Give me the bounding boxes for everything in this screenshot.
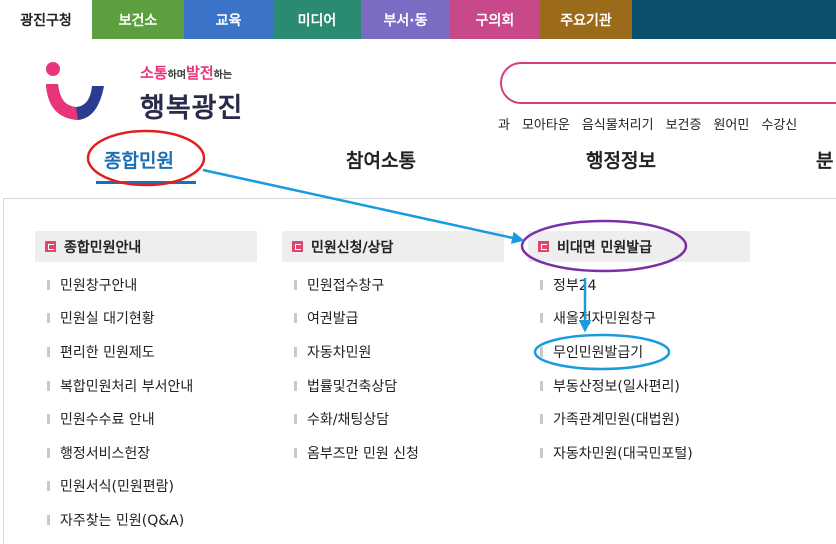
logo-title: 행복광진 bbox=[140, 93, 244, 124]
menu-item[interactable]: 새올전자민원창구 bbox=[528, 302, 750, 336]
menu-item[interactable]: 가족관계민원(대법원) bbox=[528, 402, 750, 436]
menu-item[interactable]: 정부24 bbox=[528, 268, 750, 302]
quick-link[interactable]: 원어민 bbox=[713, 114, 749, 133]
list-bullet-icon bbox=[47, 279, 50, 290]
top-tab-media[interactable]: 미디어 bbox=[273, 0, 361, 39]
menu-item[interactable]: 민원창구안내 bbox=[35, 268, 257, 302]
top-tab-education[interactable]: 교육 bbox=[184, 0, 273, 39]
menu-item[interactable]: 부동산정보(일사편리) bbox=[528, 369, 750, 403]
menu-item[interactable]: 자동차민원 bbox=[282, 335, 504, 369]
menu-item[interactable]: 민원수수료 안내 bbox=[35, 402, 257, 436]
search-input[interactable] bbox=[500, 62, 836, 104]
logo-slogan-part: 소통 bbox=[140, 64, 168, 82]
quick-links: 과 모아타운 음식물처리기 보건증 원어민 수강신 bbox=[498, 114, 797, 133]
list-bullet-icon bbox=[47, 414, 50, 425]
menu-column-guide: 종합민원안내 민원창구안내 민원실 대기현황 편리한 민원제도 복합민원처리 부… bbox=[35, 231, 257, 537]
list-bullet-icon bbox=[294, 380, 297, 391]
menu-item[interactable]: 자동차민원(대국민포털) bbox=[528, 436, 750, 470]
menu-column-title[interactable]: 종합민원안내 bbox=[35, 231, 257, 262]
list-bullet-icon bbox=[540, 447, 543, 458]
menu-column-contactless: 비대면 민원발급 정부24 새올전자민원창구 무인민원발급기 부동산정보(일사편… bbox=[528, 231, 750, 470]
top-tab-institutions[interactable]: 주요기관 bbox=[540, 0, 632, 39]
menu-column-title[interactable]: 민원신청/상담 bbox=[282, 231, 504, 262]
menu-bullet-icon bbox=[538, 241, 549, 252]
list-bullet-icon bbox=[47, 481, 50, 492]
menu-column-title[interactable]: 비대면 민원발급 bbox=[528, 231, 750, 262]
logo-slogan-part: 하며 bbox=[167, 70, 187, 81]
menu-item[interactable]: 민원접수창구 bbox=[282, 268, 504, 302]
logo-slogan-part: 하는 bbox=[213, 70, 233, 81]
list-bullet-icon bbox=[540, 313, 543, 324]
quick-link[interactable]: 음식물처리기 bbox=[582, 114, 654, 133]
list-bullet-icon bbox=[47, 447, 50, 458]
menu-bullet-icon bbox=[45, 241, 56, 252]
list-bullet-icon bbox=[47, 380, 50, 391]
menu-item[interactable]: 민원실 대기현황 bbox=[35, 302, 257, 336]
gnb-administration[interactable]: 행정정보 bbox=[586, 146, 656, 173]
menu-item[interactable]: 무인민원발급기 bbox=[528, 335, 750, 369]
menu-item[interactable]: 편리한 민원제도 bbox=[35, 335, 257, 369]
quick-link[interactable]: 수강신 bbox=[761, 114, 797, 133]
list-bullet-icon bbox=[47, 313, 50, 324]
menu-item[interactable]: 법률및건축상담 bbox=[282, 369, 504, 403]
menu-item[interactable]: 자주찾는 민원(Q&A) bbox=[35, 503, 257, 537]
menu-item[interactable]: 여권발급 bbox=[282, 302, 504, 336]
top-tab-gwangjin[interactable]: 광진구청 bbox=[0, 0, 92, 39]
site-logo[interactable]: 소통하며발전하는 행복광진 bbox=[40, 60, 270, 130]
top-tab-departments[interactable]: 부서·동 bbox=[361, 0, 450, 39]
list-bullet-icon bbox=[540, 279, 543, 290]
quick-link[interactable]: 모아타운 bbox=[522, 114, 570, 133]
quick-link[interactable]: 보건증 bbox=[666, 114, 702, 133]
list-bullet-icon bbox=[540, 346, 543, 357]
list-bullet-icon bbox=[540, 414, 543, 425]
top-tab-council[interactable]: 구의회 bbox=[450, 0, 540, 39]
menu-item[interactable]: 복합민원처리 부서안내 bbox=[35, 369, 257, 403]
menu-item[interactable]: 행정서비스헌장 bbox=[35, 436, 257, 470]
top-tab-bar: 광진구청 보건소 교육 미디어 부서·동 구의회 주요기관 bbox=[0, 0, 836, 39]
gnb-participation[interactable]: 참여소통 bbox=[346, 146, 416, 173]
list-bullet-icon bbox=[294, 313, 297, 324]
menu-bullet-icon bbox=[292, 241, 303, 252]
gnb-civil-affairs[interactable]: 종합민원 bbox=[104, 146, 174, 173]
quick-link[interactable]: 과 bbox=[498, 114, 510, 133]
list-bullet-icon bbox=[294, 447, 297, 458]
gnb-active-underline bbox=[96, 181, 196, 184]
gnb-more[interactable]: 분 bbox=[816, 146, 833, 173]
list-bullet-icon bbox=[294, 414, 297, 425]
list-bullet-icon bbox=[47, 514, 50, 525]
menu-item[interactable]: 민원서식(민원편람) bbox=[35, 470, 257, 504]
list-bullet-icon bbox=[47, 346, 50, 357]
list-bullet-icon bbox=[540, 380, 543, 391]
logo-slogan-part: 발전 bbox=[186, 64, 214, 82]
menu-item[interactable]: 옴부즈만 민원 신청 bbox=[282, 436, 504, 470]
menu-column-application: 민원신청/상담 민원접수창구 여권발급 자동차민원 법률및건축상담 수화/채팅상… bbox=[282, 231, 504, 470]
list-bullet-icon bbox=[294, 279, 297, 290]
menu-item[interactable]: 수화/채팅상담 bbox=[282, 402, 504, 436]
list-bullet-icon bbox=[294, 346, 297, 357]
top-tab-health-center[interactable]: 보건소 bbox=[92, 0, 184, 39]
